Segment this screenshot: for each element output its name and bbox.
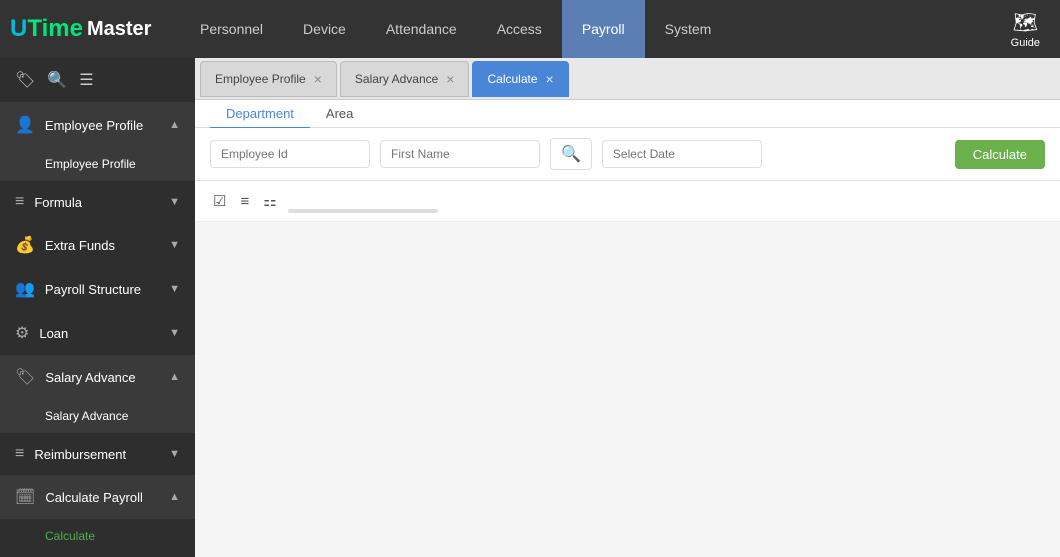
tab-employee-profile-close[interactable]: × <box>314 72 322 86</box>
tab-employee-profile[interactable]: Employee Profile × <box>200 61 337 97</box>
sidebar-toolbar: 🏷 🔍 ☰ <box>0 58 195 103</box>
chevron-up-icon2: ▲ <box>169 371 180 383</box>
sidebar-sub-employee-profile[interactable]: Employee Profile <box>0 147 195 181</box>
sidebar-loan-label: Loan <box>39 326 68 341</box>
nav-access[interactable]: Access <box>477 0 562 58</box>
logo-master: Master <box>87 18 151 41</box>
main-layout: 🏷 🔍 ☰ 👤 Employee Profile ▲ Employee Prof… <box>0 58 1060 557</box>
chevron-down-icon3: ▼ <box>169 283 180 295</box>
sidebar-section-calculate-payroll[interactable]: 🗓 Calculate Payroll ▲ <box>0 475 195 519</box>
list-icon[interactable]: ☰ <box>79 70 93 90</box>
sidebar-section-payroll-structure[interactable]: 👥 Payroll Structure ▼ <box>0 267 195 311</box>
calculate-payroll-icon: 🗓 <box>15 487 35 507</box>
employee-profile-icon: 👤 <box>15 115 35 135</box>
tabs-bar: Employee Profile × Salary Advance × Calc… <box>195 58 1060 100</box>
filter-tabs-bar: Department Area <box>195 100 1060 128</box>
filter-inputs-row: 🔍 Calculate <box>195 128 1060 181</box>
nav-attendance[interactable]: Attendance <box>366 0 477 58</box>
extra-funds-icon: 💰 <box>15 235 35 255</box>
logo-time: Time <box>27 15 83 43</box>
nav-personnel[interactable]: Personnel <box>180 0 283 58</box>
salary-advance-icon: 🏷 <box>15 367 35 387</box>
sidebar-section-salary-advance[interactable]: 🏷 Salary Advance ▲ <box>0 355 195 399</box>
chevron-up-icon: ▲ <box>169 119 180 131</box>
sidebar-extra-funds-label: Extra Funds <box>45 238 115 253</box>
reimbursement-icon: ≡ <box>15 445 24 463</box>
search-icon[interactable]: 🔍 <box>47 70 67 90</box>
chevron-up-icon3: ▲ <box>169 491 180 503</box>
sidebar-section-extra-funds[interactable]: 💰 Extra Funds ▼ <box>0 223 195 267</box>
nav-device[interactable]: Device <box>283 0 366 58</box>
tab-calculate-close[interactable]: × <box>546 72 554 86</box>
list-view-icon[interactable]: ≡ <box>237 190 252 213</box>
sidebar-sub-salary-advance[interactable]: Salary Advance <box>0 399 195 433</box>
tab-calculate[interactable]: Calculate × <box>472 61 568 97</box>
sidebar-section-report[interactable]: 📄 Report ▼ <box>0 553 195 557</box>
sidebar-employee-profile-label: Employee Profile <box>45 118 143 133</box>
content-area: Employee Profile × Salary Advance × Calc… <box>195 58 1060 557</box>
nav-system[interactable]: System <box>645 0 732 58</box>
guide-label: Guide <box>1011 37 1040 49</box>
chevron-down-icon4: ▼ <box>169 327 180 339</box>
sub-toolbar: ☑ ≡ ⚏ <box>195 181 1060 222</box>
sidebar-section-employee-profile[interactable]: 👤 Employee Profile ▲ <box>0 103 195 147</box>
search-icon: 🔍 <box>561 146 581 163</box>
sidebar-calculate-payroll-label: Calculate Payroll <box>45 490 143 505</box>
tag-icon[interactable]: 🏷 <box>15 70 35 90</box>
chevron-down-icon2: ▼ <box>169 239 180 251</box>
calculate-button[interactable]: Calculate <box>955 140 1045 169</box>
sidebar-formula-label: Formula <box>34 195 82 210</box>
payroll-structure-icon: 👥 <box>15 279 35 299</box>
tab-salary-advance-label: Salary Advance <box>355 72 438 86</box>
sidebar: 🏷 🔍 ☰ 👤 Employee Profile ▲ Employee Prof… <box>0 58 195 557</box>
sidebar-section-formula[interactable]: ≡ Formula ▼ <box>0 181 195 223</box>
loan-icon: ⚙ <box>15 323 29 343</box>
tab-salary-advance[interactable]: Salary Advance × <box>340 61 470 97</box>
employee-id-input[interactable] <box>210 140 370 168</box>
logo: UTime Master <box>10 15 160 43</box>
guide-icon: 🗺 <box>1013 10 1038 35</box>
tab-calculate-label: Calculate <box>487 72 537 86</box>
filter-tab-area[interactable]: Area <box>310 100 369 129</box>
select-date-input[interactable] <box>602 140 762 168</box>
tab-salary-advance-close[interactable]: × <box>446 72 454 86</box>
chevron-down-icon: ▼ <box>169 196 180 208</box>
chevron-down-icon5: ▼ <box>169 448 180 460</box>
tab-employee-profile-label: Employee Profile <box>215 72 306 86</box>
sidebar-section-reimbursement[interactable]: ≡ Reimbursement ▼ <box>0 433 195 475</box>
guide-button[interactable]: 🗺 Guide <box>1001 10 1050 49</box>
sidebar-reimbursement-label: Reimbursement <box>34 447 126 462</box>
nav-payroll[interactable]: Payroll <box>562 0 645 58</box>
filter-tab-department[interactable]: Department <box>210 100 310 129</box>
hierarchy-icon[interactable]: ⚏ <box>260 189 279 213</box>
search-button[interactable]: 🔍 <box>550 138 592 170</box>
sidebar-salary-advance-label: Salary Advance <box>45 370 135 385</box>
top-nav: UTime Master Personnel Device Attendance… <box>0 0 1060 58</box>
table-area <box>195 222 1060 557</box>
nav-items: Personnel Device Attendance Access Payro… <box>180 0 1001 58</box>
sidebar-section-loan[interactable]: ⚙ Loan ▼ <box>0 311 195 355</box>
logo-u: U <box>10 15 27 43</box>
sidebar-payroll-structure-label: Payroll Structure <box>45 282 141 297</box>
first-name-input[interactable] <box>380 140 540 168</box>
checkbox-icon[interactable]: ☑ <box>210 189 229 213</box>
sidebar-sub-calculate[interactable]: Calculate <box>0 519 195 553</box>
formula-icon: ≡ <box>15 193 24 211</box>
